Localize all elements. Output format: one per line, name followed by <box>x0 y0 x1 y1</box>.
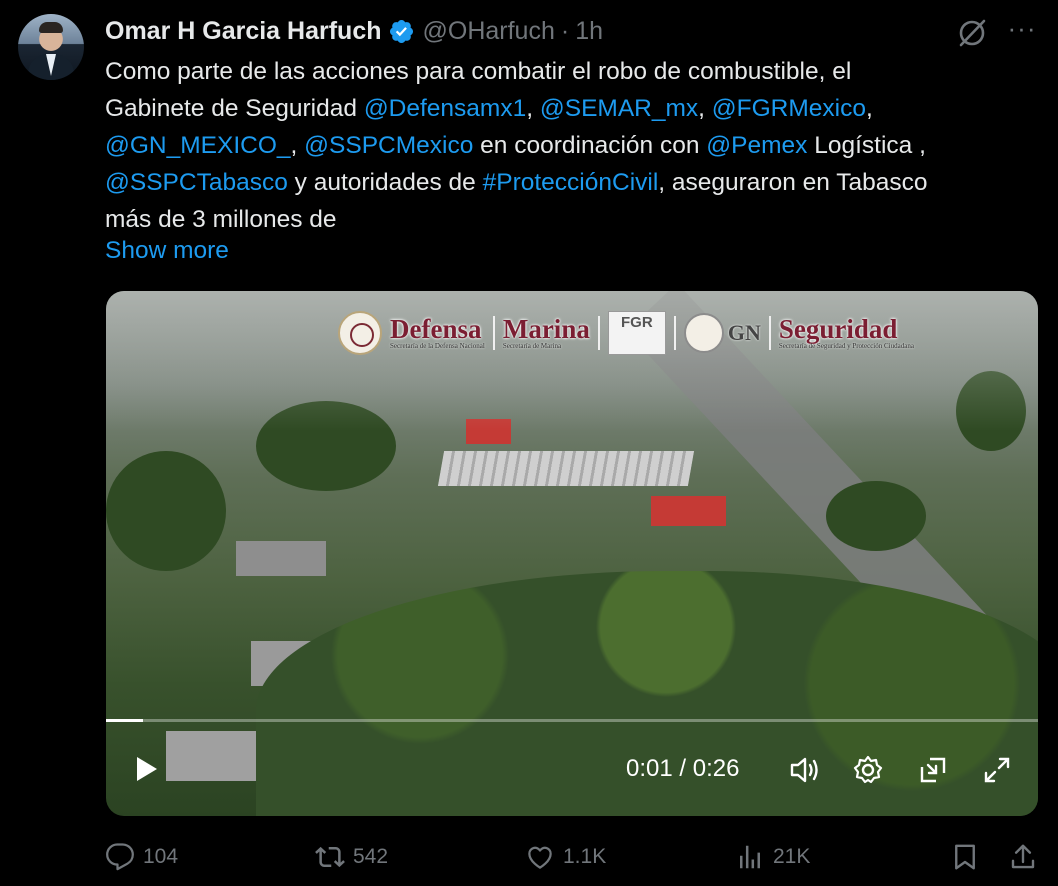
views-count: 21K <box>773 845 811 868</box>
more-options-icon[interactable]: ··· <box>1004 15 1040 46</box>
reply-count: 104 <box>143 845 179 868</box>
separator-dot: · <box>560 16 570 45</box>
logo-defensa-title: Defensa <box>390 314 482 344</box>
hashtag-proteccion-civil[interactable]: #ProtecciónCivil <box>483 169 659 196</box>
video-scene-roof <box>236 541 326 576</box>
text-fragment: , aseguraron en Tabasco <box>658 169 928 196</box>
video-progress-fill <box>106 719 144 722</box>
logo-defensa: Defensa Secretaría de la Defensa Naciona… <box>390 314 485 351</box>
grok-icon[interactable] <box>955 16 989 50</box>
logo-divider <box>492 316 495 350</box>
logo-seguridad-title: Seguridad <box>778 314 898 344</box>
mention-gn-mexico[interactable]: @GN_MEXICO_ <box>105 132 291 159</box>
play-icon[interactable] <box>132 755 160 783</box>
logo-divider <box>597 316 600 350</box>
avatar[interactable] <box>18 14 84 80</box>
logo-divider <box>673 316 676 350</box>
like-count: 1.1K <box>563 845 607 868</box>
video-progress-bar[interactable] <box>106 719 1038 722</box>
text-fragment: , <box>698 95 712 122</box>
text-line: más de 3 millones de <box>105 206 337 233</box>
repost-button[interactable]: 542 <box>315 842 388 872</box>
tweet-text: Como parte de las acciones para combatir… <box>105 53 1035 238</box>
repost-icon <box>315 846 345 868</box>
logo-marina-title: Marina <box>502 314 590 344</box>
mexico-seal-icon <box>338 311 382 355</box>
mention-defensamx1[interactable]: @Defensamx1 <box>364 95 526 122</box>
video-scene-warehouse <box>437 451 695 486</box>
gn-badge-icon <box>683 313 724 353</box>
reply-button[interactable]: 104 <box>105 842 178 872</box>
mention-sspctabasco[interactable]: @SSPCTabasco <box>105 169 288 196</box>
logo-seguridad-subtitle: Secretaría de Seguridad y Protección Ciu… <box>778 342 914 350</box>
logo-gn-title: GN <box>727 320 761 345</box>
video-time: 0:01 / 0:26 <box>626 755 740 782</box>
heart-icon <box>528 846 552 869</box>
volume-icon[interactable] <box>788 753 822 787</box>
logo-divider <box>768 316 771 350</box>
repost-count: 542 <box>353 845 389 868</box>
text-fragment: , <box>526 95 540 122</box>
logo-fgr: FGR <box>607 311 666 355</box>
show-more-link[interactable]: Show more <box>105 232 229 269</box>
tweet-actions: 104 542 1.1K 21K <box>105 838 1040 878</box>
mention-pemex[interactable]: @Pemex <box>706 132 807 159</box>
text-fragment: , <box>290 132 305 159</box>
picture-in-picture-icon[interactable] <box>916 753 950 787</box>
avatar-hair <box>39 22 63 33</box>
verified-badge-icon[interactable] <box>388 18 415 45</box>
share-icon[interactable] <box>1008 842 1038 872</box>
logo-marina: Marina Secretaría de Marina <box>502 314 590 351</box>
timestamp[interactable]: 1h <box>575 17 603 46</box>
text-fragment: en coordinación con <box>473 132 707 159</box>
mention-semar[interactable]: @SEMAR_mx <box>540 95 698 122</box>
mention-fgrmexico[interactable]: @FGRMexico <box>712 95 866 122</box>
bookmark-icon[interactable] <box>950 842 980 872</box>
author-handle[interactable]: @OHarfuch <box>423 17 555 46</box>
analytics-icon <box>740 845 760 869</box>
video-scene-tree <box>106 451 226 571</box>
institution-logos: Defensa Secretaría de la Defensa Naciona… <box>338 307 914 359</box>
video-controls: 0:01 / 0:26 <box>106 731 1038 801</box>
author-name[interactable]: Omar H Garcia Harfuch <box>105 17 382 46</box>
logo-defensa-subtitle: Secretaría de la Defensa Nacional <box>390 342 485 350</box>
text-fragment: , <box>865 95 873 122</box>
logo-seguridad: Seguridad Secretaría de Seguridad y Prot… <box>778 314 914 351</box>
video-player[interactable]: Defensa Secretaría de la Defensa Naciona… <box>106 291 1038 816</box>
text-fragment: Logística , <box>807 132 926 159</box>
mention-sspcmexico[interactable]: @SSPCMexico <box>304 132 473 159</box>
text-fragment: Gabinete de Seguridad <box>105 95 364 122</box>
video-scene-roof <box>651 496 726 526</box>
settings-gear-icon[interactable] <box>851 753 885 787</box>
text-line: Como parte de las acciones para combatir… <box>105 58 852 85</box>
logo-gn: GN <box>683 313 761 353</box>
fullscreen-icon[interactable] <box>980 753 1014 787</box>
text-fragment: y autoridades de <box>287 169 483 196</box>
tweet-header: Omar H Garcia Harfuch @OHarfuch · 1h <box>105 14 603 48</box>
like-button[interactable]: 1.1K <box>525 842 606 872</box>
views-button[interactable]: 21K <box>735 842 810 872</box>
reply-icon <box>106 843 134 871</box>
video-scene-tree <box>826 481 926 551</box>
